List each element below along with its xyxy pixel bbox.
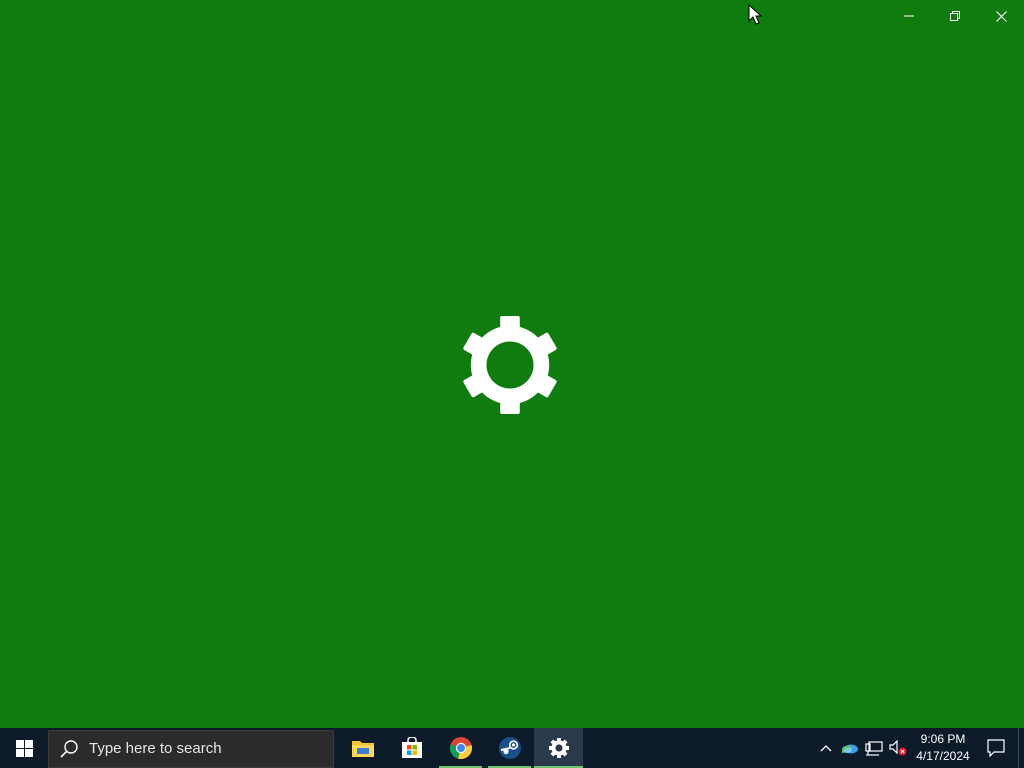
taskbar: Type here to search 9:06 PM 4/17/2024	[0, 728, 1024, 768]
tray-volume[interactable]	[886, 728, 910, 768]
minimize-button[interactable]	[886, 0, 932, 32]
network-icon	[865, 741, 883, 756]
chevron-up-icon	[820, 745, 832, 752]
action-center-icon	[987, 739, 1005, 757]
gear-icon	[548, 738, 569, 758]
taskbar-app-steam[interactable]	[485, 728, 534, 768]
search-placeholder: Type here to search	[89, 740, 222, 757]
system-tray: 9:06 PM 4/17/2024	[814, 728, 1024, 768]
gear-icon	[463, 316, 557, 414]
taskbar-app-microsoft-store[interactable]	[387, 728, 436, 768]
clock-date: 4/17/2024	[916, 749, 970, 763]
action-center-button[interactable]	[974, 728, 1018, 768]
minimize-icon	[904, 15, 914, 17]
close-icon	[995, 10, 1007, 22]
start-button[interactable]	[0, 728, 48, 768]
store-icon	[401, 737, 422, 758]
taskbar-apps	[338, 728, 583, 768]
close-button[interactable]	[978, 0, 1024, 32]
windows-logo-icon	[15, 739, 33, 757]
onedrive-icon	[841, 744, 858, 754]
show-hidden-icons-button[interactable]	[814, 728, 838, 768]
show-desktop-button[interactable]	[1018, 728, 1024, 768]
taskbar-app-settings[interactable]	[534, 728, 583, 768]
taskbar-clock[interactable]: 9:06 PM 4/17/2024	[912, 728, 974, 768]
settings-splash-window	[0, 0, 1024, 728]
tray-network[interactable]	[862, 728, 886, 768]
mouse-cursor-icon	[748, 4, 762, 25]
search-icon	[60, 739, 78, 758]
restore-button[interactable]	[932, 0, 978, 32]
taskbar-app-google-chrome[interactable]	[436, 728, 485, 768]
volume-muted-icon	[889, 740, 907, 756]
steam-icon	[498, 737, 521, 759]
taskbar-app-file-explorer[interactable]	[338, 728, 387, 768]
clock-time: 9:06 PM	[920, 732, 966, 746]
chrome-icon	[449, 737, 472, 759]
folder-icon	[351, 741, 374, 757]
caption-buttons	[886, 0, 1024, 32]
restore-icon	[950, 11, 960, 21]
tray-onedrive[interactable]	[838, 728, 862, 768]
taskbar-search-box[interactable]: Type here to search	[48, 729, 334, 768]
